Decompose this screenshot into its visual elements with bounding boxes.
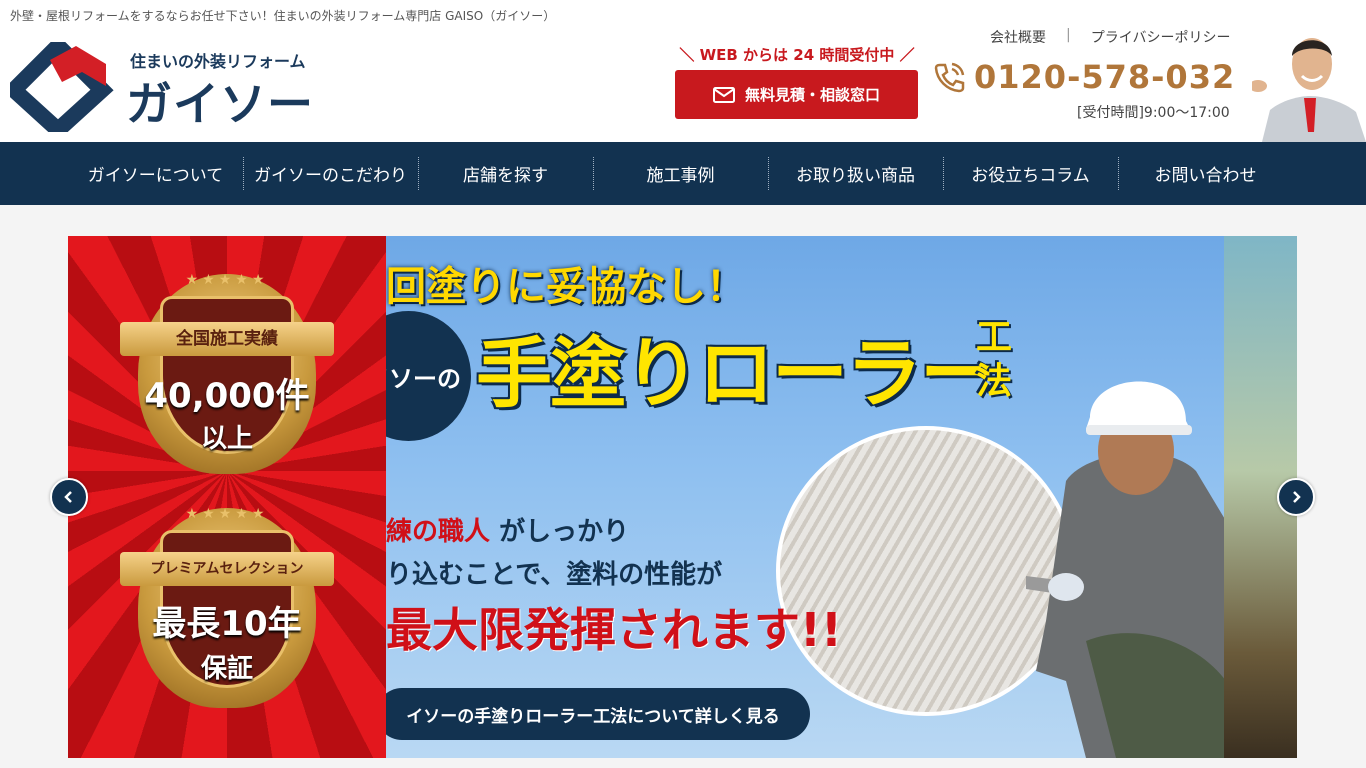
staff-photo — [1252, 22, 1366, 142]
logo-title: ガイソー — [126, 77, 314, 131]
mail-icon — [712, 86, 735, 103]
chevron-left-icon — [64, 491, 72, 503]
badge-warranty: ★★★★★ プレミアムセレクション 最長10年 保証 — [120, 506, 334, 728]
slide-roller-method[interactable]: 回塗りに妥協なし！ イソーの 手塗りローラー 工法 練の職人 がしっかり り込む… — [386, 236, 1224, 758]
badge-warranty-ribbon: プレミアムセレクション — [120, 552, 334, 586]
free-estimate-label: 無料見積・相談窓口 — [744, 86, 880, 104]
slide-copy-line1: 練の職人 がしっかり — [386, 511, 629, 548]
slide-headline: 回塗りに妥協なし！ — [386, 264, 746, 310]
nav-item-column[interactable]: お役立ちコラム — [943, 142, 1118, 205]
slider-prev-button[interactable] — [50, 478, 88, 516]
phone-number-text: 0120-578-032 — [974, 58, 1236, 96]
badge-warranty-years: 最長10年 — [152, 604, 302, 644]
badge-stars: ★★★★★ — [185, 272, 269, 288]
business-hours: [受付時間]9:00〜17:00 — [1077, 105, 1230, 121]
company-link[interactable]: 会社概要 — [990, 27, 1046, 47]
badge-warranty-label: 保証 — [200, 654, 253, 684]
slide-brand-circle: イソーの — [386, 311, 471, 441]
site-tagline: 外壁・屋根リフォームをするならお任せ下さい！住まいの外装リフォーム専門店 GAI… — [10, 9, 556, 23]
slide-title-side: 工法 — [976, 317, 1013, 402]
badge-achievement-count: 40,000件 — [144, 376, 310, 416]
nav-item-about[interactable]: ガイソーについて — [68, 142, 243, 205]
web-label-text: WEB からは 24 時間受付中 — [699, 46, 895, 64]
hero-slider: ★★★★★ 全国施工実績 40,000件 以上 ★★★★★ プレミアムセレクショ… — [68, 236, 1297, 758]
nav-item-works[interactable]: 施工事例 — [593, 142, 768, 205]
slider-next-button[interactable] — [1277, 478, 1315, 516]
slide-copy-line1-rest: がしっかり — [499, 517, 630, 547]
logo-mark-icon — [10, 42, 114, 132]
phone-number[interactable]: 0120-578-032 — [932, 58, 1235, 96]
free-estimate-button[interactable]: 無料見積・相談窓口 — [675, 70, 918, 119]
slide-main-title: 手塗りローラー — [476, 329, 996, 418]
worker-photo — [1026, 381, 1224, 758]
privacy-link[interactable]: プライバシーポリシー — [1091, 27, 1231, 47]
web-24h-label: ＼ WEB からは 24 時間受付中 ／ — [679, 46, 915, 64]
badge-stars: ★★★★★ — [185, 506, 269, 522]
nav-item-contact[interactable]: お問い合わせ — [1118, 142, 1293, 205]
link-separator: | — [1066, 27, 1071, 43]
roller-method-detail-button[interactable]: イソーの手塗りローラー工法について詳しく見る — [386, 688, 810, 740]
badge-achievement-suffix: 以上 — [200, 424, 253, 454]
award-badges: ★★★★★ 全国施工実績 40,000件 以上 ★★★★★ プレミアムセレクショ… — [68, 236, 386, 758]
slide-copy-line3: 最大限発揮されます!! — [386, 603, 842, 657]
top-links: 会社概要 | プライバシーポリシー — [990, 27, 1230, 47]
slide-copy-line1-red: 練の職人 — [386, 517, 491, 547]
phone-icon — [934, 62, 965, 93]
global-nav: ガイソーについて ガイソーのこだわり 店舗を探す 施工事例 お取り扱い商品 お役… — [0, 142, 1366, 205]
nav-item-commitment[interactable]: ガイソーのこだわり — [243, 142, 418, 205]
badge-achievement: ★★★★★ 全国施工実績 40,000件 以上 — [120, 272, 334, 494]
nav-item-store-search[interactable]: 店舗を探す — [418, 142, 593, 205]
site-logo[interactable]: 住まいの外装リフォーム ガイソー — [10, 42, 313, 134]
nav-item-products[interactable]: お取り扱い商品 — [768, 142, 943, 205]
slide-copy-line2: り込むことで、塗料の性能が — [386, 560, 723, 590]
chevron-right-icon — [1293, 491, 1301, 503]
badge-achievement-ribbon: 全国施工実績 — [120, 322, 334, 356]
